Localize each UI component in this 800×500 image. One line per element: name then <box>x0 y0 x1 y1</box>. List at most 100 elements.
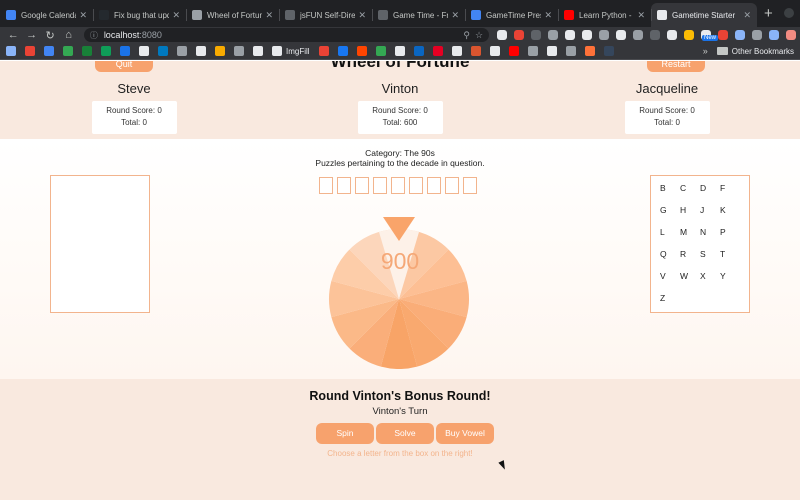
extension-icon[interactable] <box>582 30 593 40</box>
tab-close-icon[interactable]: ✕ <box>79 10 87 21</box>
spin-button[interactable]: Spin <box>316 423 374 444</box>
browser-tab[interactable]: Learn Python - Fu✕ <box>558 3 651 27</box>
trello-icon[interactable] <box>158 46 168 56</box>
tab-search-icon[interactable] <box>784 8 794 18</box>
circle-icon[interactable] <box>177 46 187 56</box>
product-hunt-icon[interactable] <box>470 46 481 56</box>
zoom-and-star-icons[interactable]: ⚲ ☆ <box>463 30 483 41</box>
tab-close-icon[interactable]: ✕ <box>544 10 552 21</box>
reload-icon[interactable]: ↻ <box>41 29 59 42</box>
extension-icon[interactable] <box>531 30 542 40</box>
github-icon[interactable] <box>196 46 206 56</box>
plus-icon[interactable] <box>82 46 92 56</box>
letter-option[interactable]: C <box>678 183 698 205</box>
extension-icon[interactable] <box>565 30 576 40</box>
extension-icon[interactable] <box>599 30 610 40</box>
drive-icon[interactable] <box>63 46 73 56</box>
doc-icon[interactable] <box>253 46 263 56</box>
extension-icon[interactable] <box>650 30 661 40</box>
solve-button[interactable]: Solve <box>376 423 434 444</box>
reddit-icon[interactable] <box>356 46 367 56</box>
firefox-icon[interactable] <box>584 46 595 56</box>
browser-tab[interactable]: jsFUN Self-Directe✕ <box>279 3 372 27</box>
letter-option[interactable]: Y <box>718 271 738 293</box>
book-icon[interactable] <box>318 46 329 56</box>
extension-icon[interactable] <box>786 30 797 40</box>
gmail-icon[interactable] <box>25 46 35 56</box>
imgfill-icon[interactable] <box>272 46 282 56</box>
extension-icon[interactable] <box>752 30 763 40</box>
bookmark-label[interactable]: ImgFill <box>286 47 310 56</box>
chrome-icon[interactable] <box>565 46 576 56</box>
letter-option[interactable]: S <box>698 249 718 271</box>
quit-button[interactable]: Quit <box>95 61 153 72</box>
linkedin-icon[interactable] <box>413 46 424 56</box>
browser-tab[interactable]: Wheel of Fortune ✕ <box>186 3 279 27</box>
extension-icon[interactable] <box>633 30 644 40</box>
letter-option[interactable]: G <box>658 205 678 227</box>
letter-option[interactable]: R <box>678 249 698 271</box>
letter-option[interactable]: Z <box>658 293 678 315</box>
extension-icon[interactable] <box>514 30 525 40</box>
tab-close-icon[interactable]: ✕ <box>358 10 366 21</box>
letter-option[interactable]: B <box>658 183 678 205</box>
sheets-icon[interactable] <box>101 46 111 56</box>
browser-tab[interactable]: Game Time - Fron✕ <box>372 3 465 27</box>
letter-option[interactable]: F <box>718 183 738 205</box>
other-bookmarks-folder[interactable]: Other Bookmarks <box>716 47 794 56</box>
browser-tab[interactable]: Google Calendar ✕ <box>0 3 93 27</box>
extension-icon[interactable] <box>718 30 729 40</box>
glitch-icon[interactable] <box>527 46 538 56</box>
letter-option[interactable]: Q <box>658 249 678 271</box>
tab-close-icon[interactable]: ✕ <box>743 10 751 21</box>
extension-icon[interactable] <box>497 30 508 40</box>
pinterest-icon[interactable] <box>432 46 443 56</box>
home-icon[interactable]: ⌂ <box>59 29 77 41</box>
tab-close-icon[interactable]: ✕ <box>172 10 180 21</box>
letter-option[interactable]: P <box>718 227 738 249</box>
letter-option[interactable]: J <box>698 205 718 227</box>
extension-icon[interactable] <box>769 30 780 40</box>
clock-icon[interactable] <box>234 46 244 56</box>
letter-option[interactable]: N <box>698 227 718 249</box>
facebook-icon[interactable] <box>337 46 348 56</box>
letter-option[interactable]: H <box>678 205 698 227</box>
tab-close-icon[interactable]: ✕ <box>637 10 645 21</box>
tab-close-icon[interactable]: ✕ <box>451 10 459 21</box>
bookmark-icon[interactable] <box>215 46 225 56</box>
letter-option[interactable]: D <box>698 183 718 205</box>
browser-tab[interactable]: GameTime Presen✕ <box>465 3 558 27</box>
more-bookmarks-icon[interactable]: » <box>703 46 708 56</box>
letter-option[interactable]: W <box>678 271 698 293</box>
extension-icon[interactable] <box>616 30 627 40</box>
letter-option[interactable]: K <box>718 205 738 227</box>
bitbucket-icon[interactable] <box>375 46 386 56</box>
apps-icon[interactable] <box>6 46 16 56</box>
tab-close-icon[interactable]: ✕ <box>265 10 273 21</box>
github-icon[interactable] <box>139 46 149 56</box>
new-tab-button[interactable]: + <box>757 3 780 27</box>
back-icon[interactable]: ← <box>4 29 22 41</box>
slack-icon[interactable] <box>394 46 405 56</box>
calendar-icon[interactable] <box>44 46 54 56</box>
letter-option[interactable]: X <box>698 271 718 293</box>
letter-option[interactable]: V <box>658 271 678 293</box>
forward-icon[interactable]: → <box>22 29 40 41</box>
calendar-icon[interactable] <box>120 46 130 56</box>
flickr-icon[interactable] <box>546 46 557 56</box>
extension-icon[interactable] <box>667 30 678 40</box>
letter-option[interactable]: M <box>678 227 698 249</box>
medium-icon[interactable] <box>489 46 500 56</box>
codepen-icon[interactable] <box>451 46 462 56</box>
restart-button[interactable]: Restart <box>647 61 705 72</box>
letter-option[interactable]: T <box>718 249 738 271</box>
site-info-icon[interactable]: ⓘ <box>90 30 98 41</box>
address-bar[interactable]: ⓘ localhost:8080 ⚲ ☆ <box>83 28 490 42</box>
browser-tab[interactable]: Gametime Starter ✕ <box>651 3 757 27</box>
browser-tab[interactable]: Fix bug that upda✕ <box>93 3 186 27</box>
extension-icon[interactable] <box>684 30 695 40</box>
letter-option[interactable]: L <box>658 227 678 249</box>
youtube-icon[interactable] <box>508 46 519 56</box>
extension-icon[interactable] <box>548 30 559 40</box>
wheel[interactable] <box>328 217 470 369</box>
